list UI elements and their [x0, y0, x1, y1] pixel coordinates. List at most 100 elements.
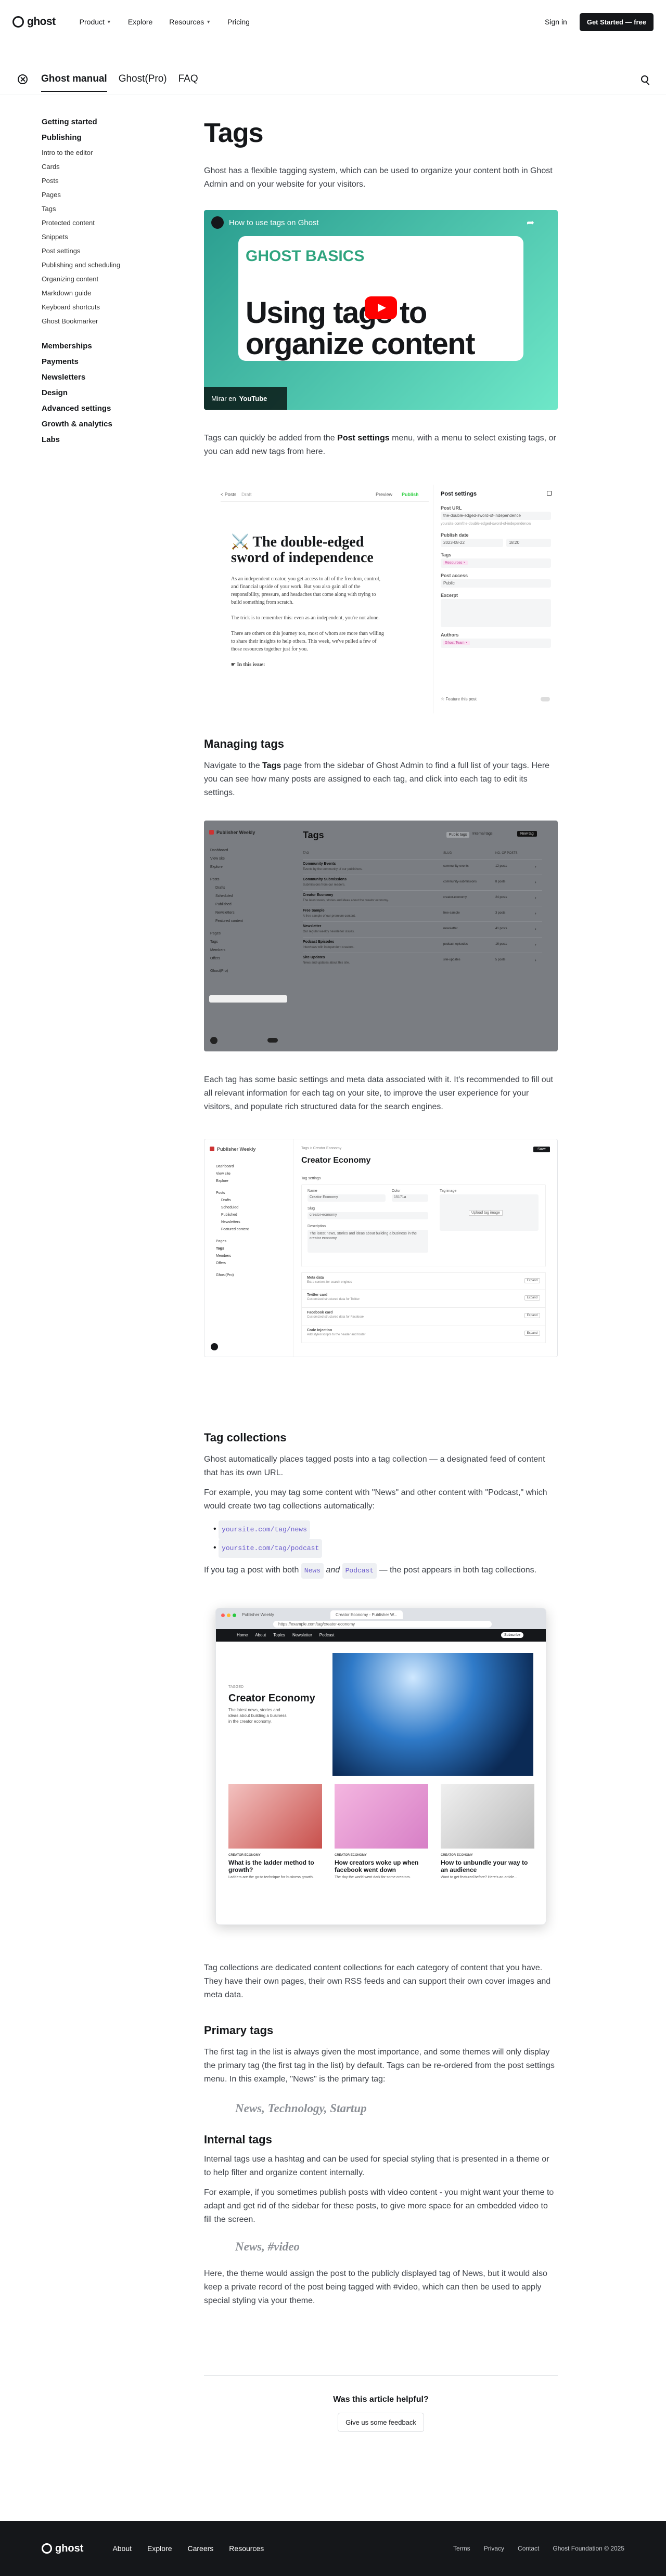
back-to-posts[interactable]: < Posts	[221, 492, 236, 497]
admin-sidebar-item[interactable]: Newsletters	[210, 910, 288, 916]
chevron-right-icon[interactable]: ›	[535, 864, 536, 869]
table-row[interactable]: Site Updates News and updates about this …	[303, 953, 542, 968]
admin-sidebar-item[interactable]: Tags	[210, 939, 288, 945]
post-card[interactable]: CREATOR ECONOMY How creators woke up when…	[335, 1784, 428, 1879]
url-input[interactable]: the-double-edged-sword-of-independence	[441, 512, 551, 520]
footer-logo[interactable]: ghost	[42, 2543, 83, 2555]
footer-link-resources[interactable]: Resources	[229, 2544, 264, 2553]
admin-sidebar-item[interactable]: Posts	[210, 877, 288, 883]
site-nav-link[interactable]: About	[255, 1633, 266, 1637]
subscribe-button[interactable]: Subscribe	[501, 1632, 524, 1638]
admin-sidebar-item[interactable]: Pages	[216, 1239, 278, 1244]
video-embed[interactable]: How to use tags on Ghost ➦ GHOST BASICS …	[204, 210, 558, 410]
feature-toggle[interactable]	[541, 697, 550, 701]
chevron-right-icon[interactable]: ›	[535, 880, 536, 884]
excerpt-input[interactable]	[441, 599, 551, 627]
admin-sidebar-item[interactable]: Explore	[210, 864, 288, 870]
expand-button[interactable]: Expand	[524, 1313, 540, 1318]
sidebar-item[interactable]: Keyboard shortcuts	[42, 303, 156, 311]
sidebar-group[interactable]: Newsletters	[42, 373, 156, 382]
footer-link-explore[interactable]: Explore	[147, 2544, 172, 2553]
sidebar-item[interactable]: Intro to the editor	[42, 149, 156, 157]
sidebar-item[interactable]: Organizing content	[42, 275, 156, 283]
admin-sidebar-item[interactable]: Pages	[210, 931, 288, 937]
admin-sidebar-item[interactable]: Ghost(Pro)	[216, 1272, 278, 1278]
tab-faq[interactable]: FAQ	[178, 73, 198, 85]
expand-button[interactable]: Expand	[524, 1331, 540, 1336]
preview-button[interactable]: Preview	[376, 492, 392, 497]
chevron-right-icon[interactable]: ›	[535, 895, 536, 900]
admin-sidebar-item[interactable]: Featured content	[216, 1227, 278, 1232]
panel-toggle-icon[interactable]	[547, 491, 552, 496]
close-icon[interactable]	[18, 74, 28, 84]
nav-product[interactable]: Product ▼	[80, 18, 111, 26]
share-icon[interactable]: ➦	[527, 217, 534, 228]
post-body[interactable]: As an independent creator, you get acces…	[231, 575, 387, 669]
table-row[interactable]: Newsletter Our regular weekly newsletter …	[303, 921, 542, 937]
admin-sidebar-item[interactable]: Published	[216, 1212, 278, 1218]
expander-row[interactable]: Facebook card Customized structured data …	[301, 1308, 546, 1325]
table-row[interactable]: Community Events Events by the community …	[303, 859, 542, 875]
admin-sidebar-item[interactable]: Scheduled	[210, 893, 288, 900]
site-nav-link[interactable]: Topics	[273, 1633, 285, 1637]
admin-sidebar-item[interactable]: Published	[210, 902, 288, 908]
sidebar-item[interactable]: Ghost Bookmarker	[42, 317, 156, 325]
slug-input[interactable]: creator-economy	[308, 1212, 428, 1219]
expander-row[interactable]: Meta data Extra content for search engine…	[301, 1272, 546, 1290]
description-input[interactable]: The latest news, stories and ideas about…	[308, 1230, 428, 1253]
nav-explore[interactable]: Explore	[128, 18, 152, 26]
admin-sidebar-item[interactable]: Explore	[216, 1178, 278, 1184]
footer-privacy[interactable]: Privacy	[484, 2545, 504, 2552]
date-input[interactable]: 2023-08-22	[441, 539, 503, 547]
browser-tab-active[interactable]: Creator Economy - Publisher W...	[330, 1610, 403, 1619]
chevron-right-icon[interactable]: ›	[535, 958, 536, 962]
post-card[interactable]: CREATOR ECONOMY How to unbundle your way …	[441, 1784, 534, 1879]
upload-image-button[interactable]: Upload tag image	[469, 1210, 503, 1216]
chevron-right-icon[interactable]: ›	[535, 911, 536, 916]
play-button-icon[interactable]	[365, 296, 397, 319]
footer-terms[interactable]: Terms	[453, 2545, 470, 2552]
admin-sidebar-item[interactable]: Offers	[216, 1260, 278, 1266]
admin-sidebar-item[interactable]: Tags	[216, 1246, 278, 1252]
new-tag-button[interactable]: New tag	[517, 831, 537, 837]
sidebar-group-publishing[interactable]: Publishing	[42, 133, 156, 142]
time-input[interactable]: 18:20	[506, 539, 551, 547]
footer-link-careers[interactable]: Careers	[188, 2544, 214, 2553]
admin-sidebar-item[interactable]: View site	[210, 856, 288, 862]
nav-pricing[interactable]: Pricing	[227, 18, 250, 26]
author-chip[interactable]: Ghost Team ×	[443, 641, 470, 645]
admin-sidebar-item[interactable]: Ghost(Pro)	[210, 968, 288, 974]
expander-row[interactable]: Code injection Add styles/scripts to the …	[301, 1325, 546, 1343]
admin-sidebar-item[interactable]: Posts	[216, 1190, 278, 1196]
sidebar-group-getting-started[interactable]: Getting started	[42, 118, 156, 126]
internal-tags-tab[interactable]: Internal tags	[472, 832, 493, 836]
breadcrumb[interactable]: Tags > Creator Economy	[301, 1147, 341, 1150]
sidebar-group[interactable]: Design	[42, 388, 156, 397]
admin-sidebar-item[interactable]: Dashboard	[216, 1164, 278, 1169]
sidebar-item[interactable]: Publishing and scheduling	[42, 261, 156, 269]
name-input[interactable]: Creator Economy	[308, 1194, 386, 1202]
admin-sidebar-item[interactable]: Dashboard	[210, 848, 288, 854]
tab-ghost-manual[interactable]: Ghost manual	[41, 73, 107, 92]
site-nav-link[interactable]: Home	[237, 1633, 248, 1637]
feature-toggle-row[interactable]: ☆ Feature this post	[441, 697, 477, 701]
publish-button[interactable]: Publish	[402, 492, 419, 497]
sidebar-item[interactable]: Tags	[42, 205, 156, 213]
expander-row[interactable]: Twitter card Customized structured data f…	[301, 1290, 546, 1308]
table-row[interactable]: Community Submissions Submissions from ou…	[303, 875, 542, 890]
avatar[interactable]	[211, 1343, 218, 1350]
post-access-select[interactable]: Public	[441, 579, 551, 588]
address-bar[interactable]: https://example.com/tag/creator-economy	[273, 1621, 492, 1628]
post-card[interactable]: CREATOR ECONOMY What is the ladder method…	[228, 1784, 322, 1879]
table-row[interactable]: Creator Economy The latest news, stories …	[303, 890, 542, 906]
get-started-button[interactable]: Get Started — free	[579, 12, 654, 31]
admin-sidebar-item[interactable]: Featured content	[210, 918, 288, 925]
sidebar-item[interactable]: Post settings	[42, 247, 156, 255]
sidebar-group[interactable]: Growth & analytics	[42, 420, 156, 428]
expand-button[interactable]: Expand	[524, 1295, 540, 1300]
sidebar-item[interactable]: Snippets	[42, 233, 156, 241]
watch-on-youtube-button[interactable]: Mirar en YouTube	[204, 387, 287, 410]
admin-sidebar-item[interactable]: Members	[216, 1253, 278, 1259]
chevron-right-icon[interactable]: ›	[535, 942, 536, 947]
featured-image[interactable]	[332, 1653, 533, 1776]
